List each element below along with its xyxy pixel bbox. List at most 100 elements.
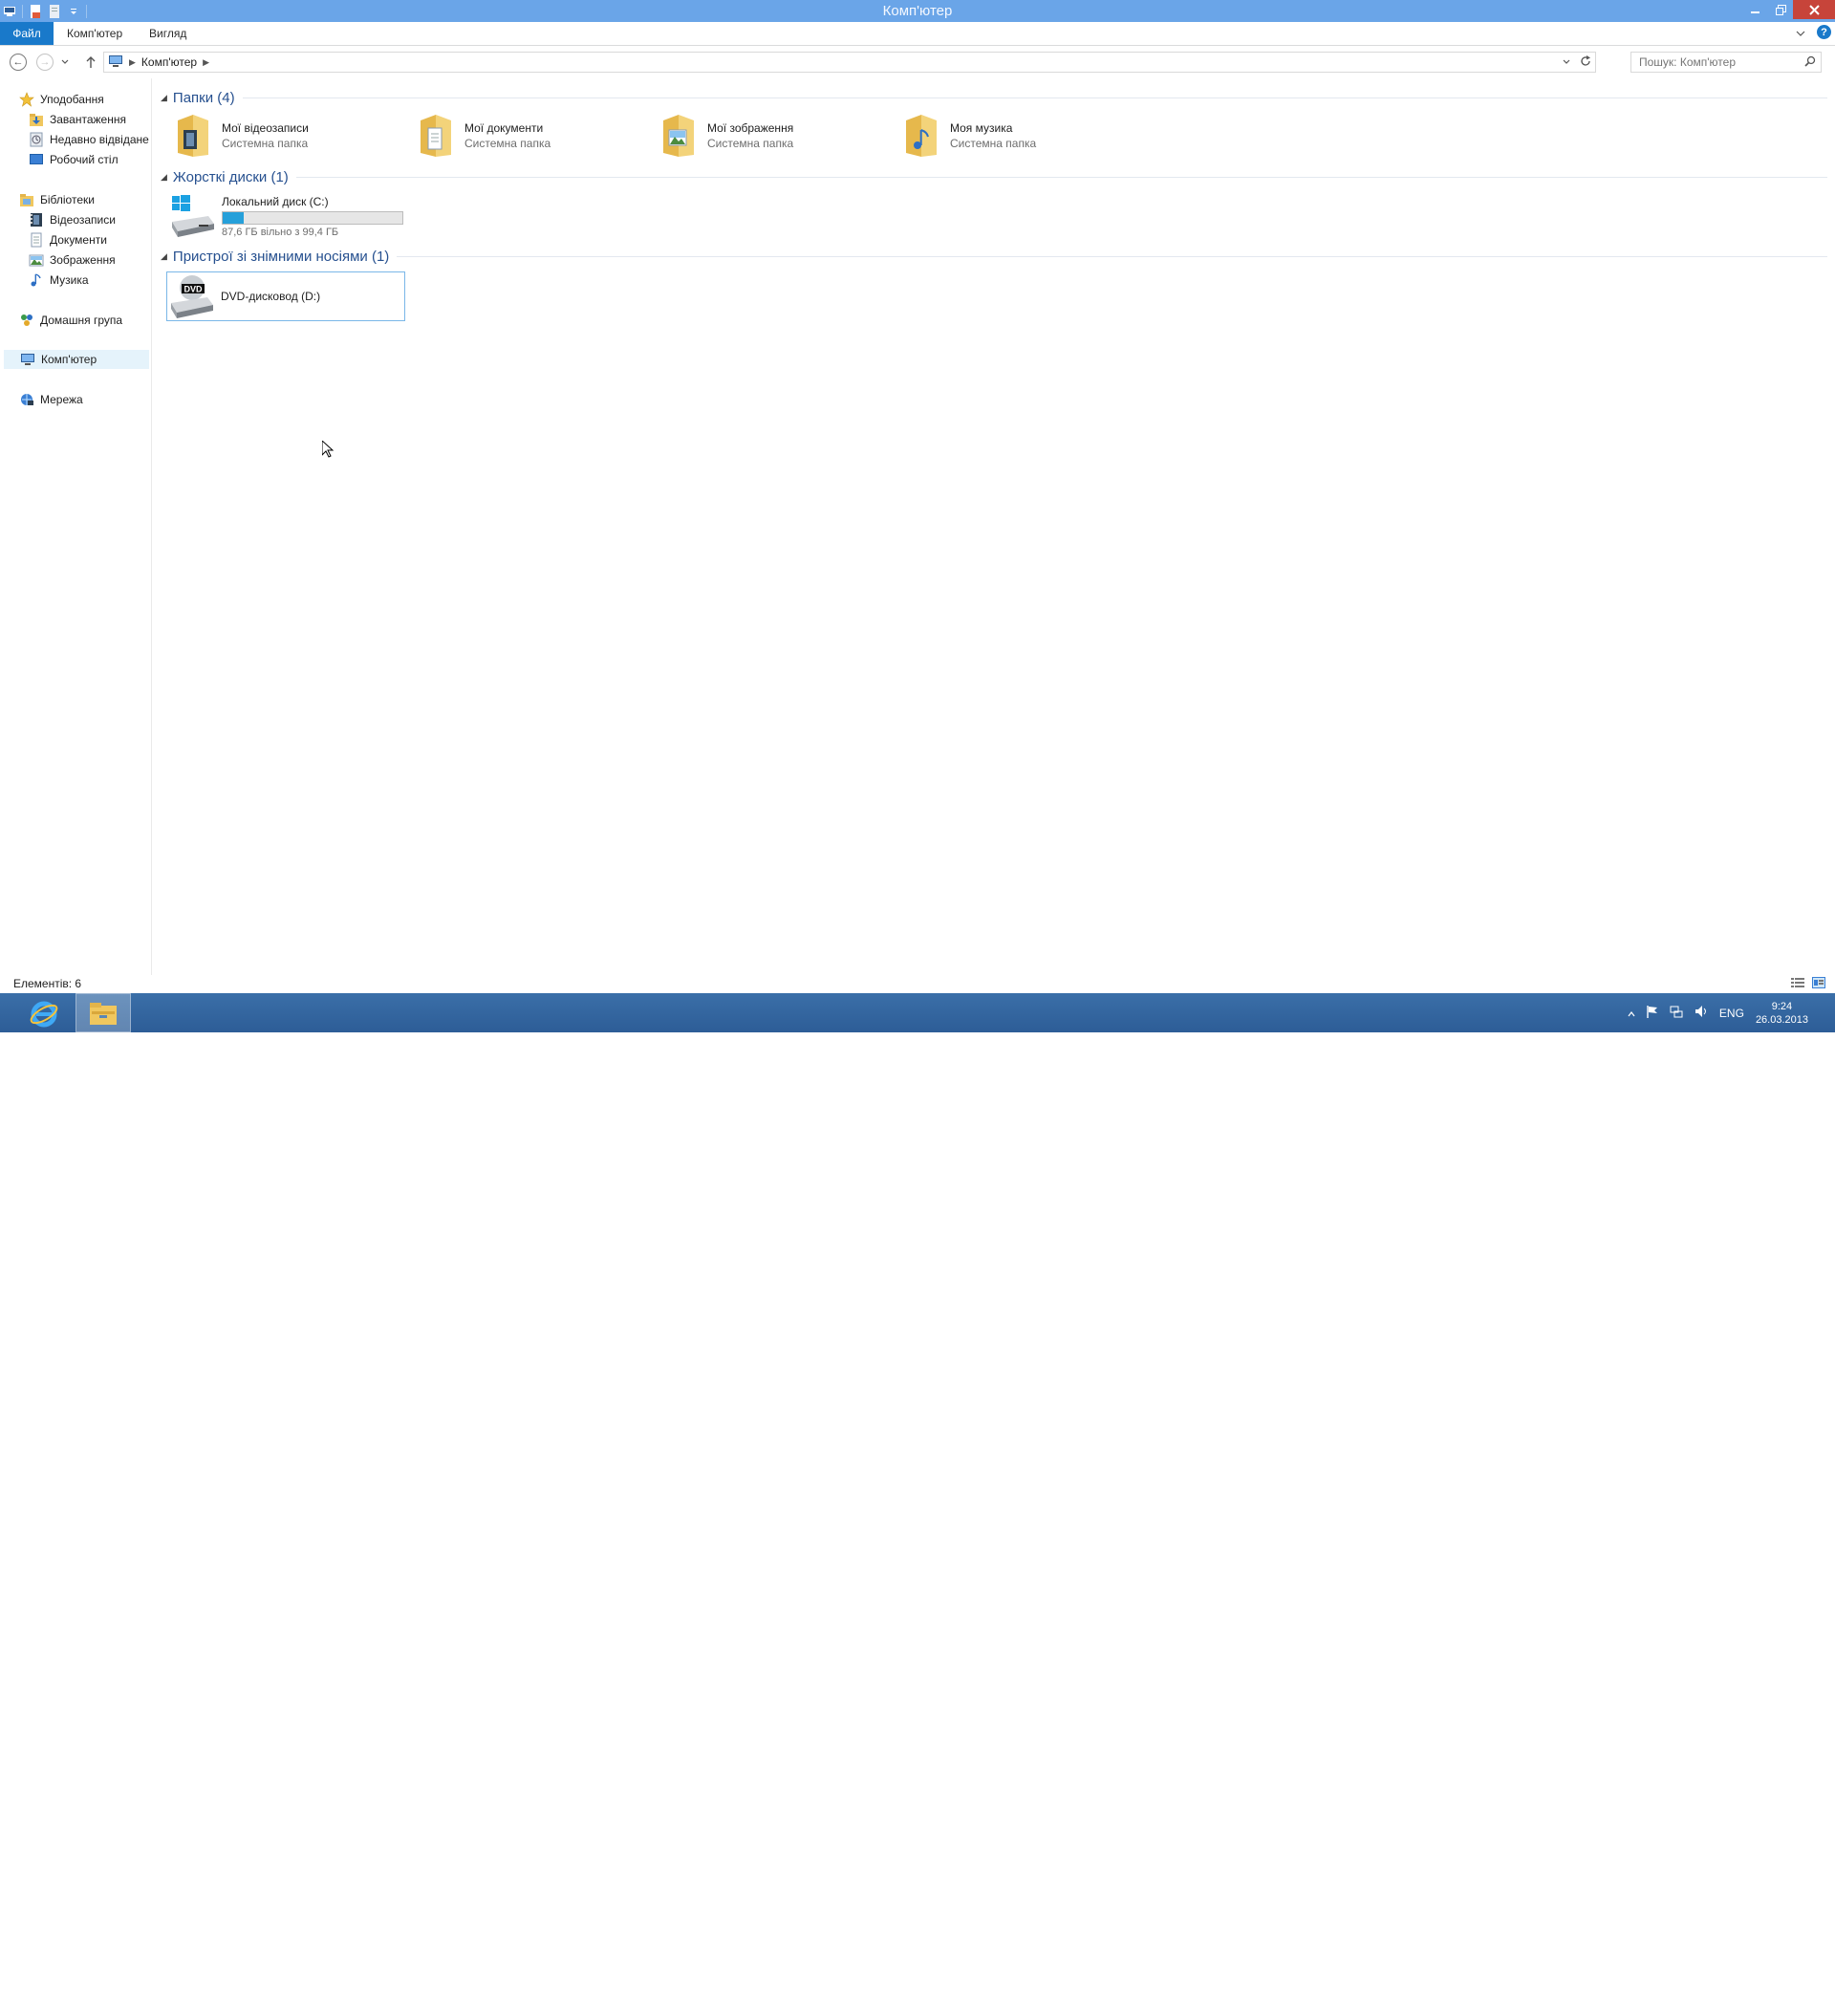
folder-tile-videos[interactable]: Мої відеозаписи Системна папка	[170, 113, 399, 159]
nav-videos[interactable]: Відеозаписи	[29, 210, 116, 229]
nav-label: Домашня група	[40, 314, 123, 327]
nav-label: Робочий стіл	[50, 153, 119, 166]
taskbar: The Collection Book ENG 9:24 26.03.2013	[0, 993, 1835, 2016]
action-center-flag-icon[interactable]	[1647, 1005, 1658, 1021]
qat-separator	[86, 4, 87, 18]
clock[interactable]: 9:24 26.03.2013	[1756, 1000, 1808, 1027]
folder-tile-documents[interactable]: Мої документи Системна папка	[413, 113, 642, 159]
nav-label: Документи	[50, 233, 107, 247]
internet-explorer-button[interactable]	[17, 993, 71, 1032]
system-tray: ENG 9:24 26.03.2013	[1628, 993, 1825, 1032]
music-folder-icon	[898, 113, 944, 159]
desktop-icon	[29, 152, 44, 167]
nav-computer[interactable]: Комп'ютер	[4, 350, 149, 369]
drive-usage-bar	[222, 210, 403, 225]
properties-icon[interactable]	[26, 0, 45, 22]
search-input[interactable]	[1637, 54, 1803, 70]
navigation-bar: ← → ▶ Комп'ютер ▶	[0, 46, 1835, 78]
documents-library-icon	[29, 232, 44, 248]
customize-qat-icon[interactable]	[64, 0, 83, 22]
nav-libraries[interactable]: Бібліотеки	[19, 190, 95, 209]
breadcrumb-arrow-icon[interactable]: ▶	[129, 57, 136, 68]
clock-time: 9:24	[1771, 1000, 1793, 1012]
nav-documents[interactable]: Документи	[29, 230, 107, 249]
recent-locations-button[interactable]	[59, 52, 71, 73]
tile-subtitle: Системна папка	[222, 137, 309, 150]
tab-view[interactable]: Вигляд	[149, 22, 186, 45]
collapse-triangle-icon[interactable]: ◢	[161, 93, 167, 103]
breadcrumb-arrow-icon[interactable]: ▶	[203, 57, 209, 68]
tiles-view-icon[interactable]	[1812, 977, 1825, 991]
restore-icon[interactable]	[1768, 0, 1793, 19]
folder-tile-pictures[interactable]: Мої зображення Системна папка	[656, 113, 885, 159]
mouse-cursor-icon	[321, 439, 335, 461]
internet-explorer-icon	[30, 1001, 58, 1027]
nav-music[interactable]: Музика	[29, 271, 89, 290]
view-switcher	[1791, 977, 1825, 991]
drive-tile-dvd[interactable]: DVD DVD-дисковод (D:)	[166, 271, 405, 321]
window-menu-icon[interactable]	[0, 0, 19, 22]
dvd-drive-icon: DVD	[169, 273, 215, 319]
music-library-icon	[29, 272, 44, 288]
minimize-icon[interactable]	[1743, 0, 1768, 19]
group-header-removable[interactable]: ◢ Пристрої зі знімними носіями (1)	[161, 247, 1827, 266]
close-icon[interactable]	[1793, 0, 1835, 19]
nav-favorites[interactable]: Уподобання	[19, 90, 104, 109]
nav-label: Недавно відвідане	[50, 133, 149, 146]
group-title: Пристрої зі знімними носіями (1)	[172, 248, 390, 265]
search-icon[interactable]	[1804, 55, 1816, 70]
group-header-folders[interactable]: ◢ Папки (4)	[161, 88, 1827, 107]
group-header-hard-drives[interactable]: ◢ Жорсткі диски (1)	[161, 167, 1827, 186]
video-library-icon	[29, 212, 44, 228]
forward-button[interactable]: →	[34, 52, 55, 73]
drive-usage-fill	[223, 211, 245, 224]
computer-icon	[20, 352, 35, 367]
watermark-text: The Collection Book	[1648, 1991, 1803, 2011]
nav-label: Мережа	[40, 393, 83, 406]
collapse-triangle-icon[interactable]: ◢	[161, 251, 167, 262]
drive-tile-c[interactable]: Локальний диск (C:) 87,6 ГБ вільно з 99,…	[170, 191, 409, 241]
pictures-folder-icon	[656, 113, 702, 159]
tab-file[interactable]: Файл	[0, 22, 54, 45]
up-button[interactable]	[80, 52, 101, 73]
computer-icon	[108, 54, 123, 71]
nav-homegroup[interactable]: Домашня група	[19, 311, 122, 330]
documents-folder-icon	[413, 113, 459, 159]
nav-network[interactable]: Мережа	[19, 390, 83, 409]
nav-downloads[interactable]: Завантаження	[29, 110, 126, 129]
search-box[interactable]	[1630, 52, 1822, 73]
libraries-icon	[19, 192, 34, 207]
group-title: Папки (4)	[172, 89, 235, 106]
network-icon	[19, 392, 34, 407]
help-icon[interactable]: ?	[1817, 25, 1831, 39]
group-title: Жорсткі диски (1)	[172, 168, 289, 185]
nav-pictures[interactable]: Зображення	[29, 250, 116, 270]
breadcrumb-computer[interactable]: Комп'ютер	[141, 55, 197, 69]
new-folder-icon[interactable]	[45, 0, 64, 22]
volume-icon[interactable]	[1695, 1005, 1708, 1021]
network-tray-icon[interactable]	[1670, 1005, 1683, 1021]
file-explorer-icon	[90, 1002, 117, 1025]
quick-access-toolbar	[0, 0, 90, 22]
address-right-controls	[1557, 53, 1595, 72]
dvd-badge: DVD	[184, 285, 203, 294]
expand-ribbon-icon[interactable]	[1796, 26, 1805, 39]
collapse-triangle-icon[interactable]: ◢	[161, 172, 167, 183]
title-bar: Комп'ютер	[0, 0, 1835, 22]
folder-tile-music[interactable]: Моя музика Системна папка	[898, 113, 1128, 159]
nav-desktop[interactable]: Робочий стіл	[29, 150, 119, 169]
back-button[interactable]: ←	[8, 52, 29, 73]
tile-name: Мої зображення	[707, 121, 794, 135]
address-bar[interactable]: ▶ Комп'ютер ▶	[103, 52, 1596, 73]
tile-name: Локальний диск (C:)	[222, 194, 329, 208]
nav-label: Уподобання	[40, 93, 104, 106]
details-view-icon[interactable]	[1791, 977, 1804, 991]
nav-recent-places[interactable]: Недавно відвідане	[29, 130, 149, 149]
show-hidden-icons-icon[interactable]	[1628, 1007, 1635, 1020]
tab-computer[interactable]: Комп'ютер	[67, 22, 122, 45]
file-explorer-button[interactable]	[76, 993, 131, 1032]
windows-drive-icon	[170, 193, 216, 239]
address-history-icon[interactable]	[1557, 57, 1576, 68]
refresh-icon[interactable]	[1576, 54, 1595, 70]
language-indicator[interactable]: ENG	[1719, 1007, 1744, 1020]
